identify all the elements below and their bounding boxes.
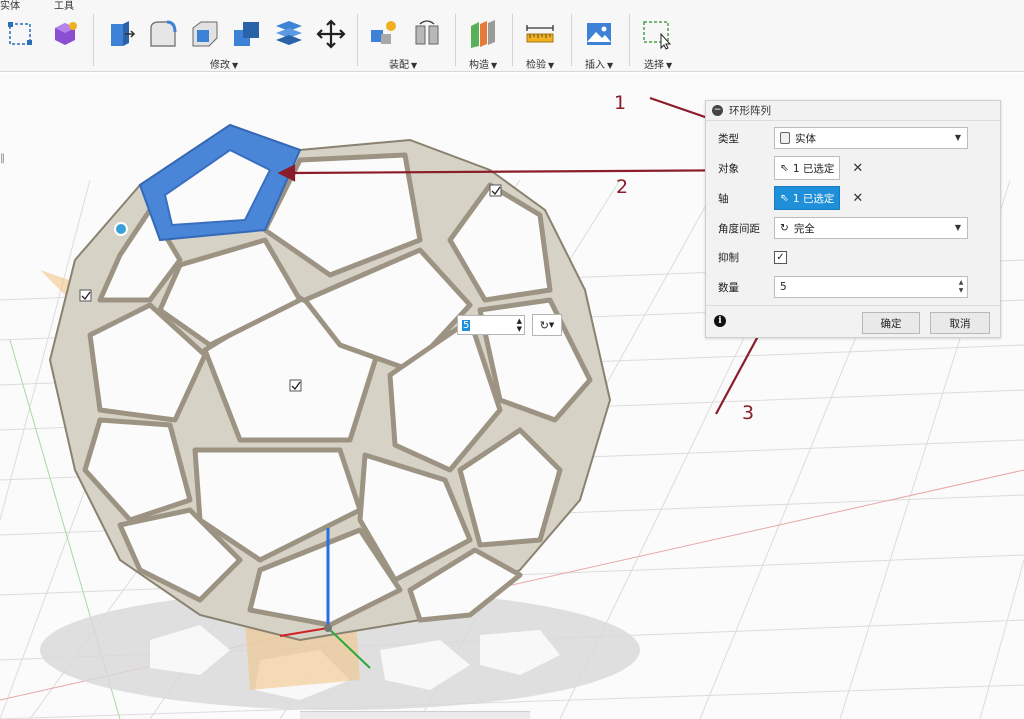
quantity-value: 5 <box>780 281 787 293</box>
insert-image-button[interactable] <box>582 16 616 52</box>
body-icon <box>780 132 790 144</box>
inline-angle-dropdown[interactable]: ↻ ▼ <box>532 314 562 336</box>
modify-menu[interactable]: 修改 ▼ <box>210 56 238 71</box>
angle-spacing-value: 完全 <box>793 222 815 235</box>
rotate-icon: ↻ <box>780 222 789 234</box>
circular-pattern-dialog: − 环形阵列 类型 实体 ▼ 对象 ⇖ 1 已选定 ✕ 轴 ⇖ 1 已选定 ✕ … <box>705 100 1001 338</box>
info-icon[interactable]: i <box>714 315 726 327</box>
pivot-marker[interactable] <box>114 222 128 236</box>
axis-label: 轴 <box>718 192 729 205</box>
shell-icon <box>192 21 218 47</box>
joint-button[interactable] <box>410 16 444 52</box>
separator <box>357 14 358 66</box>
form-cube-icon <box>55 22 77 45</box>
move-button[interactable] <box>314 16 348 52</box>
toolbar: 实体 工具 修改 ▼ 装配 ▼ 构造 ▼ 检验 ▼ 插入 ▼ 选择 ▼ <box>0 0 1024 72</box>
clear-objects-icon[interactable]: ✕ <box>852 161 863 176</box>
type-label: 类型 <box>718 132 739 145</box>
suppress-checkbox[interactable]: ✓ <box>774 251 787 264</box>
selection-box-icon <box>643 21 672 50</box>
axis-select-button[interactable]: ⇖ 1 已选定 <box>774 186 841 210</box>
sketch-tool-button[interactable] <box>4 16 38 52</box>
inline-spinner[interactable]: ▲ ▼ <box>517 317 522 333</box>
ok-button[interactable]: 确定 <box>862 312 920 334</box>
dialog-footer: i 确定 取消 <box>706 305 1000 337</box>
assemble-menu[interactable]: 装配 ▼ <box>389 56 417 71</box>
quantity-label: 数量 <box>718 281 739 294</box>
annotation-number-1: 1 <box>614 92 627 114</box>
model-checkbox[interactable] <box>79 289 92 302</box>
collapse-icon[interactable]: − <box>712 105 723 116</box>
dialog-header: − 环形阵列 <box>706 101 1000 121</box>
suppress-label: 抑制 <box>718 252 739 264</box>
image-icon <box>587 23 611 45</box>
cancel-button[interactable]: 取消 <box>930 312 990 334</box>
tab-solid[interactable]: 实体 <box>0 0 20 12</box>
ruler-icon <box>526 25 554 43</box>
axis-count: 1 已选定 <box>792 192 835 205</box>
angle-spacing-select[interactable]: ↻ 完全 ▼ <box>774 217 968 239</box>
fillet-button[interactable] <box>146 16 180 52</box>
cursor-arrow-icon: ⇖ <box>780 162 789 174</box>
clear-axis-icon[interactable]: ✕ <box>852 191 863 206</box>
check-icon: ✓ <box>776 251 785 263</box>
press-pull-icon <box>111 21 136 46</box>
sketch-icon <box>8 22 32 45</box>
shell-button[interactable] <box>188 16 222 52</box>
objects-select-button[interactable]: ⇖ 1 已选定 <box>774 156 841 180</box>
measure-button[interactable] <box>523 16 557 52</box>
fillet-icon <box>150 20 177 47</box>
new-component-button[interactable] <box>366 16 400 52</box>
objects-label: 对象 <box>718 162 739 175</box>
panel-toggle-handle[interactable]: ‖ <box>0 153 8 171</box>
cursor-arrow-icon: ⇖ <box>780 192 789 204</box>
combine-icon <box>234 22 259 46</box>
origin-point[interactable] <box>324 624 332 632</box>
select-button[interactable] <box>640 16 674 52</box>
tab-tools[interactable]: 工具 <box>54 0 74 12</box>
offset-plane-button[interactable] <box>466 16 500 52</box>
separator <box>93 14 94 66</box>
separator <box>629 14 630 66</box>
chevron-down-icon: ▼ <box>954 223 961 232</box>
inspect-menu[interactable]: 检验 ▼ <box>526 56 554 71</box>
joint-icon <box>415 20 439 45</box>
insert-menu[interactable]: 插入 ▼ <box>585 56 613 71</box>
model-checkbox[interactable] <box>289 379 302 392</box>
chevron-down-icon: ▼ <box>954 133 961 142</box>
combine-button[interactable] <box>230 16 264 52</box>
stack-icon <box>276 21 302 45</box>
separator <box>512 14 513 66</box>
offset-face-button[interactable] <box>272 16 306 52</box>
inline-quantity-input[interactable]: 5 ▲ ▼ <box>457 315 525 335</box>
quantity-input[interactable]: 5 ▲ ▼ <box>774 276 968 298</box>
type-select-value: 实体 <box>795 132 816 145</box>
separator <box>571 14 572 66</box>
create-form-button[interactable] <box>48 16 82 52</box>
move-arrows-icon <box>316 19 346 49</box>
dialog-title: 环形阵列 <box>729 105 771 117</box>
navigation-bar[interactable] <box>300 711 530 719</box>
annotation-number-3: 3 <box>742 402 755 424</box>
separator <box>455 14 456 66</box>
model-checkbox[interactable] <box>489 184 502 197</box>
press-pull-button[interactable] <box>104 16 138 52</box>
type-select[interactable]: 实体 ▼ <box>774 127 968 149</box>
select-menu[interactable]: 选择 ▼ <box>644 56 672 71</box>
construct-menu[interactable]: 构造 ▼ <box>469 56 497 71</box>
quantity-stepper[interactable]: ▲ ▼ <box>955 277 967 297</box>
soccer-ball-frame[interactable] <box>48 123 612 642</box>
plane-icon <box>471 20 495 48</box>
angle-spacing-label: 角度间距 <box>718 222 760 235</box>
chevron-down-icon: ▼ <box>548 321 555 329</box>
objects-count: 1 已选定 <box>792 162 835 175</box>
annotation-number-2: 2 <box>616 176 629 198</box>
new-component-icon <box>371 21 396 44</box>
rotate-icon: ↻ <box>539 318 549 332</box>
